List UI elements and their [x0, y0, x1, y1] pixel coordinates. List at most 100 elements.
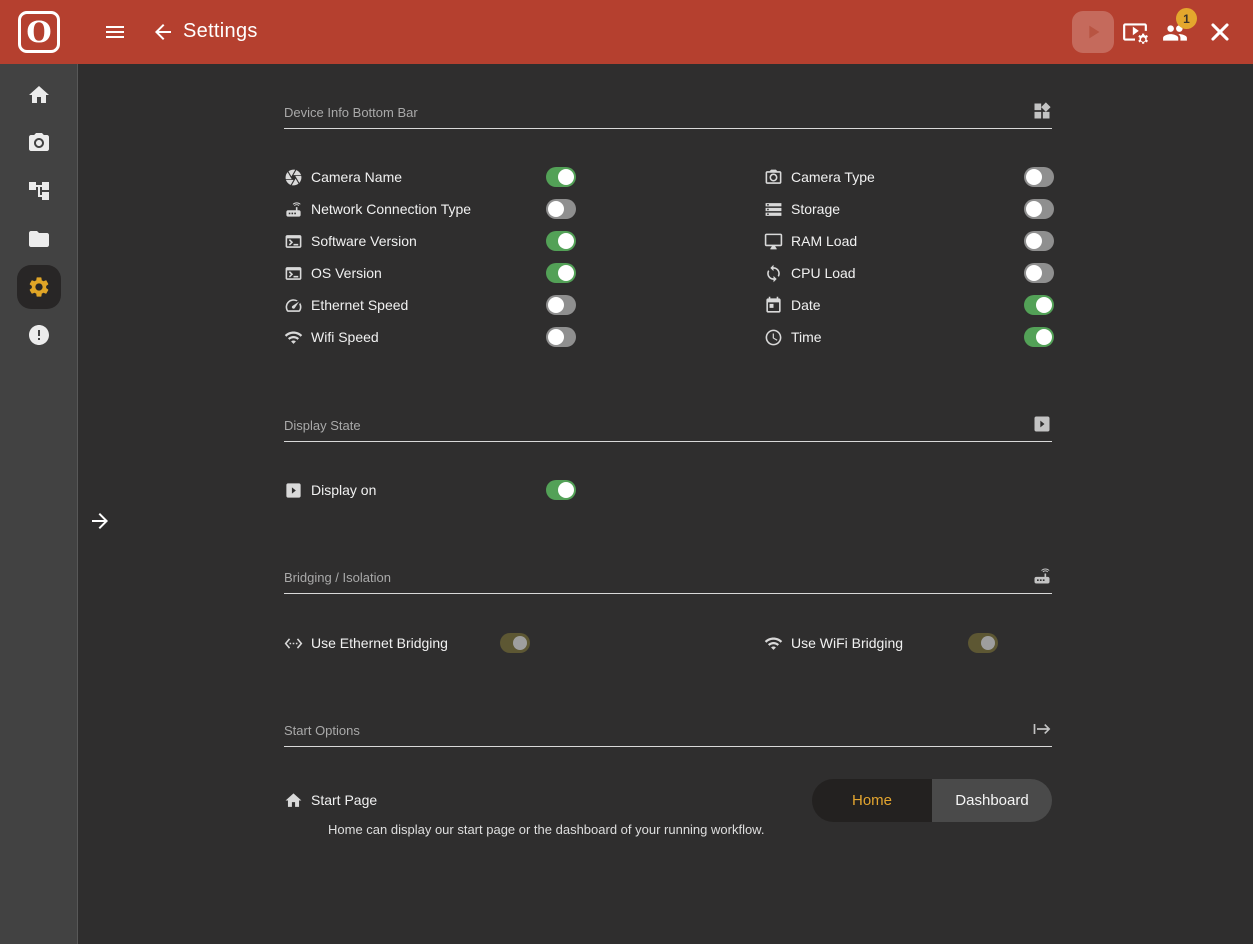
use-ethernet-bridging-toggle[interactable] — [500, 633, 530, 653]
tools-button[interactable] — [1207, 19, 1233, 45]
toggle-knob — [1036, 297, 1052, 313]
toggle-knob — [558, 233, 574, 249]
start-page-option-dashboard[interactable]: Dashboard — [932, 779, 1052, 822]
display-settings-button[interactable] — [1122, 19, 1148, 45]
sidebar-item-home[interactable] — [17, 73, 61, 117]
speedometer-icon — [284, 296, 303, 315]
expand-drawer-button[interactable] — [88, 509, 112, 533]
toggle-knob — [981, 636, 995, 650]
section-display-state: Display State — [284, 412, 1052, 442]
setting-row: OS Version — [284, 263, 584, 283]
camera-name-toggle[interactable] — [546, 167, 576, 187]
app-logo[interactable]: O — [0, 0, 78, 64]
setting-row: Storage — [764, 199, 1064, 219]
toggle-knob — [1026, 169, 1042, 185]
date-toggle[interactable] — [1024, 295, 1054, 315]
setting-row: Date — [764, 295, 1064, 315]
start-page-help-text: Home can display our start page or the d… — [328, 822, 764, 837]
setting-label: CPU Load — [791, 265, 856, 281]
section-bridging: Bridging / Isolation — [284, 564, 1052, 594]
sidebar-item-workflow[interactable] — [17, 169, 61, 213]
folder-icon — [27, 227, 51, 251]
app-header: O Settings 1 — [0, 0, 1253, 64]
setting-row: Start Page — [284, 790, 584, 810]
toggle-knob — [558, 169, 574, 185]
setting-label: Network Connection Type — [311, 201, 471, 217]
setting-label: Display on — [311, 482, 376, 498]
storage-toggle[interactable] — [1024, 199, 1054, 219]
time-toggle[interactable] — [1024, 327, 1054, 347]
terminal-icon — [284, 264, 303, 283]
monitor-icon — [764, 232, 783, 251]
storage-icon — [764, 200, 783, 219]
setting-label: OS Version — [311, 265, 382, 281]
settings-page: O Settings 1 — [0, 0, 1253, 944]
ethernet-speed-toggle[interactable] — [546, 295, 576, 315]
sidebar-item-files[interactable] — [17, 217, 61, 261]
section-title: Display State — [284, 418, 361, 433]
toggle-knob — [548, 297, 564, 313]
network-connection-type-toggle[interactable] — [546, 199, 576, 219]
os-version-toggle[interactable] — [546, 263, 576, 283]
toggle-knob — [1026, 201, 1042, 217]
toggle-knob — [558, 265, 574, 281]
cpu-load-toggle[interactable] — [1024, 263, 1054, 283]
video-settings-icon — [1122, 19, 1148, 45]
section-title: Start Options — [284, 723, 360, 738]
clock-icon — [764, 328, 783, 347]
shutter-icon — [284, 168, 303, 187]
section-title: Bridging / Isolation — [284, 570, 391, 585]
slideshow-icon — [284, 481, 303, 500]
camera-type-toggle[interactable] — [1024, 167, 1054, 187]
alert-circle-icon — [27, 323, 51, 347]
run-workflow-button[interactable] — [1072, 11, 1114, 53]
logo-o-icon: O — [18, 11, 60, 53]
toggle-knob — [513, 636, 527, 650]
sidebar-item-settings[interactable] — [17, 265, 61, 309]
home-icon — [284, 791, 303, 810]
use-wifi-bridging-toggle[interactable] — [968, 633, 998, 653]
status-badge: 1 — [1176, 8, 1197, 29]
setting-label: Ethernet Speed — [311, 297, 408, 313]
setting-row: Camera Name — [284, 167, 584, 187]
wifi-speed-toggle[interactable] — [546, 327, 576, 347]
toggle-knob — [558, 482, 574, 498]
start-page-option-home[interactable]: Home — [812, 779, 932, 822]
slideshow-icon — [1032, 414, 1052, 434]
back-button[interactable] — [151, 20, 175, 44]
gear-icon — [27, 275, 51, 299]
ram-load-toggle[interactable] — [1024, 231, 1054, 251]
tools-icon — [1207, 19, 1233, 45]
setting-row: RAM Load — [764, 231, 1064, 251]
workflow-tree-icon — [27, 179, 51, 203]
setting-row: Time — [764, 327, 1064, 347]
setting-row: Network Connection Type — [284, 199, 584, 219]
sidebar-item-camera[interactable] — [17, 121, 61, 165]
start-page-segmented-control: Home Dashboard — [812, 779, 1052, 822]
camera-icon — [27, 131, 51, 155]
software-version-toggle[interactable] — [546, 231, 576, 251]
setting-label: Time — [791, 329, 822, 345]
menu-button[interactable] — [103, 20, 127, 44]
router-icon — [284, 200, 303, 219]
setting-label: Use WiFi Bridging — [791, 635, 903, 651]
setting-row: Wifi Speed — [284, 327, 584, 347]
setting-label: Use Ethernet Bridging — [311, 635, 448, 651]
section-title: Device Info Bottom Bar — [284, 105, 418, 120]
setting-label: RAM Load — [791, 233, 857, 249]
router-icon — [1032, 566, 1052, 586]
setting-row: Camera Type — [764, 167, 1064, 187]
calendar-icon — [764, 296, 783, 315]
setting-row: Use Ethernet Bridging — [284, 633, 584, 653]
section-device-info: Device Info Bottom Bar — [284, 99, 1052, 129]
section-start-options: Start Options — [284, 717, 1052, 747]
menu-icon — [103, 20, 127, 44]
setting-row: CPU Load — [764, 263, 1064, 283]
play-icon — [1082, 21, 1104, 43]
toggle-knob — [1036, 329, 1052, 345]
display-on-toggle[interactable] — [546, 480, 576, 500]
start-arrow-icon — [1032, 719, 1052, 739]
toggle-knob — [1026, 233, 1042, 249]
setting-label: Date — [791, 297, 821, 313]
sidebar-item-notifications[interactable] — [17, 313, 61, 357]
